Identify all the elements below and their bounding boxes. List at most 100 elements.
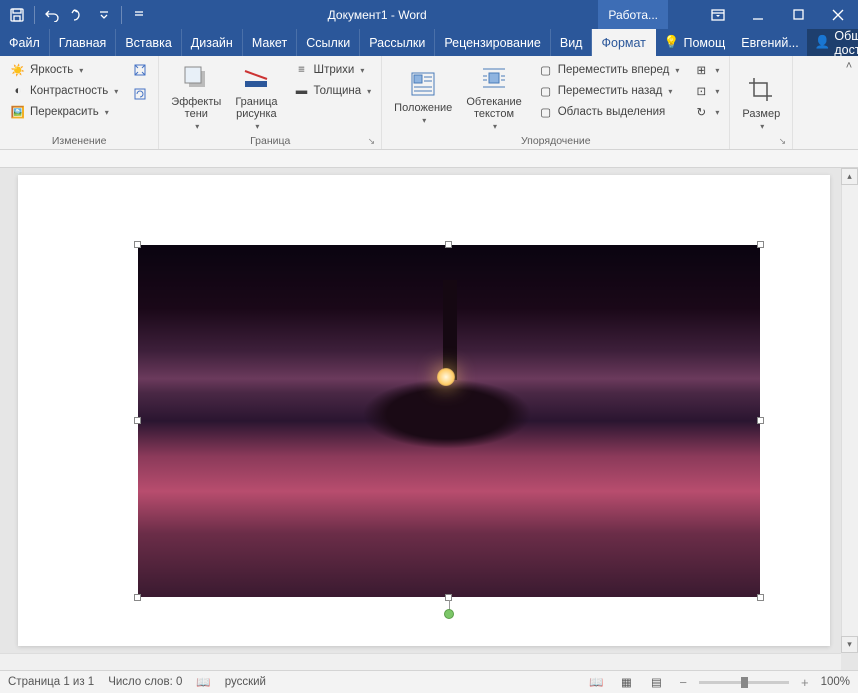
language-indicator[interactable]: русский bbox=[225, 676, 266, 688]
contrast-button[interactable]: ◐Контрастность▾ bbox=[6, 81, 122, 101]
minimize-icon[interactable] bbox=[738, 0, 778, 29]
zoom-level[interactable]: 100% bbox=[821, 676, 850, 688]
page-indicator[interactable]: Страница 1 из 1 bbox=[8, 676, 94, 688]
tab-file[interactable]: Файл bbox=[0, 29, 50, 56]
align-button[interactable]: ⊞▾ bbox=[689, 60, 723, 80]
zoom-out-button[interactable]: − bbox=[675, 675, 691, 690]
tab-references[interactable]: Ссылки bbox=[297, 29, 360, 56]
position-label: Положение bbox=[394, 102, 452, 114]
resize-handle-ml[interactable] bbox=[134, 417, 141, 424]
horizontal-ruler[interactable] bbox=[0, 150, 858, 168]
selection-pane-button[interactable]: ▢Область выделения bbox=[534, 102, 684, 122]
wrap-text-button[interactable]: Обтекание текстом ▾ bbox=[460, 60, 527, 133]
group-change-label: Изменение bbox=[6, 133, 152, 149]
chevron-down-icon: ▾ bbox=[668, 87, 672, 96]
read-mode-icon[interactable]: 📖 bbox=[585, 673, 607, 691]
thickness-button[interactable]: ▬Толщина▾ bbox=[290, 81, 376, 101]
scroll-up-button[interactable]: ▴ bbox=[841, 168, 858, 185]
tab-insert[interactable]: Вставка bbox=[116, 29, 181, 56]
vertical-scrollbar[interactable] bbox=[841, 185, 858, 636]
dialog-launcher-icon[interactable]: ↘ bbox=[779, 136, 787, 147]
resize-handle-bl[interactable] bbox=[134, 594, 141, 601]
group-size: Размер▾ ↘ bbox=[730, 56, 793, 149]
zoom-thumb[interactable] bbox=[741, 677, 748, 688]
shadow-label: Эффекты тени bbox=[171, 96, 221, 120]
chevron-down-icon: ▾ bbox=[105, 108, 109, 117]
print-layout-icon[interactable]: ▦ bbox=[615, 673, 637, 691]
ribbon-options-icon[interactable] bbox=[698, 0, 738, 29]
zoom-slider[interactable] bbox=[699, 681, 789, 684]
group-border-label: Граница bbox=[250, 135, 290, 147]
scroll-down-button[interactable]: ▾ bbox=[841, 636, 858, 653]
rotate-handle[interactable] bbox=[444, 609, 454, 619]
contrast-icon: ◐ bbox=[10, 83, 26, 99]
collapse-ribbon-icon[interactable]: ˄ bbox=[846, 60, 852, 72]
group-arrange-label: Упорядочение bbox=[388, 133, 723, 149]
redo-icon[interactable] bbox=[67, 4, 89, 26]
chevron-down-icon: ▾ bbox=[493, 122, 497, 131]
shadow-effects-button[interactable]: Эффекты тени ▾ bbox=[165, 60, 227, 133]
group-icon: ⊡ bbox=[693, 83, 709, 99]
compress-button[interactable] bbox=[128, 60, 152, 80]
bring-forward-button[interactable]: ▢Переместить вперед▾ bbox=[534, 60, 684, 80]
share-button[interactable]: 👤Общий доступ bbox=[807, 29, 858, 57]
tab-mailings[interactable]: Рассылки bbox=[360, 29, 435, 56]
rotate-button[interactable]: ↻▾ bbox=[689, 102, 723, 122]
reset-button[interactable] bbox=[128, 84, 152, 104]
forward-icon: ▢ bbox=[538, 62, 554, 78]
shadow-icon bbox=[180, 62, 212, 94]
status-bar: Страница 1 из 1 Число слов: 0 📖 русский … bbox=[0, 670, 858, 693]
image-content bbox=[138, 245, 760, 597]
chevron-down-icon: ▾ bbox=[195, 122, 199, 131]
word-count[interactable]: Число слов: 0 bbox=[108, 676, 182, 688]
tab-design[interactable]: Дизайн bbox=[182, 29, 243, 56]
qat-customize-icon[interactable] bbox=[93, 4, 115, 26]
position-icon bbox=[407, 68, 439, 100]
resize-handle-tr[interactable] bbox=[757, 241, 764, 248]
qat-more-icon[interactable] bbox=[128, 4, 150, 26]
send-backward-button[interactable]: ▢Переместить назад▾ bbox=[534, 81, 684, 101]
group-button[interactable]: ⊡▾ bbox=[689, 81, 723, 101]
document-area: ▴ ▾ bbox=[0, 150, 858, 670]
proofing-icon[interactable]: 📖 bbox=[196, 675, 210, 689]
wrap-label: Обтекание текстом bbox=[466, 96, 521, 120]
ribbon: ☀️Яркость▾ ◐Контрастность▾ 🖼️Перекрасить… bbox=[0, 56, 858, 150]
user-account[interactable]: Евгений... bbox=[733, 36, 807, 50]
tab-home[interactable]: Главная bbox=[50, 29, 117, 56]
document-page[interactable] bbox=[18, 175, 830, 646]
undo-icon[interactable] bbox=[41, 4, 63, 26]
tab-layout[interactable]: Макет bbox=[243, 29, 297, 56]
save-icon[interactable] bbox=[6, 4, 28, 26]
group-arrange: Положение▾ Обтекание текстом▾ ▢Перемести… bbox=[382, 56, 730, 149]
resize-handle-mr[interactable] bbox=[757, 417, 764, 424]
group-change: ☀️Яркость▾ ◐Контрастность▾ 🖼️Перекрасить… bbox=[0, 56, 159, 149]
close-icon[interactable] bbox=[818, 0, 858, 29]
recolor-label: Перекрасить bbox=[30, 106, 99, 118]
wrap-icon bbox=[478, 62, 510, 94]
recolor-button[interactable]: 🖼️Перекрасить▾ bbox=[6, 102, 122, 122]
picture-border-button[interactable]: Граница рисунка▾ bbox=[229, 60, 283, 133]
zoom-in-button[interactable]: + bbox=[797, 675, 813, 690]
size-button[interactable]: Размер▾ bbox=[736, 60, 786, 145]
thickness-label: Толщина bbox=[314, 85, 362, 97]
contrast-label: Контрастность bbox=[30, 85, 108, 97]
selected-image[interactable] bbox=[138, 245, 760, 597]
web-layout-icon[interactable]: ▤ bbox=[645, 673, 667, 691]
tab-view[interactable]: Вид bbox=[551, 29, 593, 56]
resize-handle-tm[interactable] bbox=[445, 241, 452, 248]
tab-review[interactable]: Рецензирование bbox=[435, 29, 551, 56]
tab-format[interactable]: Формат bbox=[592, 29, 655, 56]
brightness-button[interactable]: ☀️Яркость▾ bbox=[6, 60, 122, 80]
resize-handle-tl[interactable] bbox=[134, 241, 141, 248]
chevron-down-icon: ▾ bbox=[255, 122, 259, 131]
resize-handle-br[interactable] bbox=[757, 594, 764, 601]
forward-label: Переместить вперед bbox=[558, 64, 670, 76]
dialog-launcher-icon[interactable]: ↘ bbox=[368, 136, 376, 147]
tell-me-button[interactable]: 💡Помощ bbox=[656, 35, 733, 50]
chevron-down-icon: ▾ bbox=[367, 87, 371, 96]
maximize-icon[interactable] bbox=[778, 0, 818, 29]
horizontal-scrollbar[interactable] bbox=[0, 653, 841, 670]
strokes-button[interactable]: ≡Штрихи▾ bbox=[290, 60, 376, 80]
position-button[interactable]: Положение▾ bbox=[388, 60, 458, 133]
brightness-icon: ☀️ bbox=[10, 62, 26, 78]
